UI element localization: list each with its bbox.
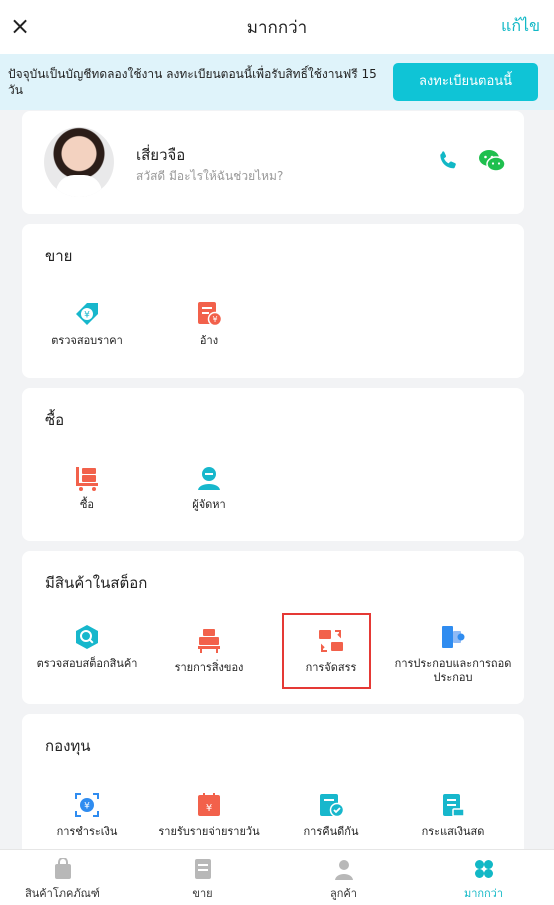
inventory-list-item[interactable]: รายการสิ่งของ [149, 627, 269, 675]
phone-icon[interactable] [436, 149, 460, 173]
bottom-tab-bar: สินค้าโภคภัณฑ์ ขาย ลูกค้า มากกว่า [0, 849, 554, 905]
supplier-icon [198, 467, 220, 490]
quote-item[interactable]: ¥ อ้าง [149, 300, 269, 348]
tab-customers[interactable]: ลูกค้า [281, 850, 406, 905]
daily-ledger-item[interactable]: ¥ รายรับรายจ่ายรายวัน [149, 791, 269, 839]
item-label: การชำระเงิน [56, 825, 118, 838]
inventory-list-icon [198, 629, 220, 653]
page-title: มากกว่า [246, 18, 308, 38]
supplier-item[interactable]: ผู้จัดหา [149, 464, 269, 512]
wechat-icon[interactable] [478, 149, 506, 173]
item-label: รายการสิ่งของ [174, 661, 244, 674]
tab-more[interactable]: มากกว่า [421, 850, 546, 905]
tab-commodities[interactable]: สินค้าโภคภัณฑ์ [0, 850, 125, 905]
svg-text:¥: ¥ [84, 802, 90, 812]
fund-section: กองทุน ¥ การชำระเงิน ¥ รายรับรายจ่ายรายว… [22, 714, 524, 864]
svg-text:¥: ¥ [212, 315, 217, 324]
price-check-item[interactable]: ¥ ตรวจสอบราคา [27, 300, 147, 348]
stock-section: มีสินค้าในสต็อก ตรวจสอบสต็อกสินค้า รายกา… [22, 551, 524, 704]
price-tag-icon: ¥ [76, 303, 98, 325]
register-now-button[interactable]: ลงทะเบียนตอนนี้ [393, 63, 538, 101]
item-label: รายรับรายจ่ายรายวัน [158, 825, 260, 838]
trial-banner: ปัจจุบันเป็นบัญชีทดลองใช้งาน ลงทะเบียนตอ… [0, 54, 554, 110]
item-label: กระแสเงินสด [421, 825, 485, 838]
item-label: ตรวจสอบสต็อกสินค้า [36, 657, 138, 670]
section-title: มีสินค้าในสต็อก [45, 574, 148, 592]
allocation-highlight [282, 613, 371, 689]
daily-ledger-icon: ¥ [198, 793, 220, 816]
person-icon [334, 860, 353, 880]
assembly-icon [442, 626, 465, 648]
item-label: ซื้อ [79, 498, 95, 511]
assistant-greeting: สวัสดี มีอะไรให้ฉันช่วยไหม? [136, 169, 284, 183]
stock-check-item[interactable]: ตรวจสอบสต็อกสินค้า [27, 623, 147, 671]
item-label: การคืนดีกัน [303, 825, 359, 838]
top-bar: × มากกว่า แก้ไข [0, 0, 554, 54]
cash-flow-item[interactable]: กระแสเงินสด [393, 791, 513, 839]
svg-text:¥: ¥ [84, 311, 90, 321]
reconcile-icon [320, 794, 345, 818]
cash-flow-icon [443, 794, 465, 817]
section-title: ขาย [45, 247, 73, 265]
assistant-name: เสี่ยวจือ [136, 146, 186, 164]
tab-label: มากกว่า [463, 887, 504, 900]
assistant-card[interactable]: เสี่ยวจือ สวัสดี มีอะไรให้ฉันช่วยไหม? [22, 111, 524, 214]
purchase-item[interactable]: ซื้อ [27, 464, 147, 512]
cart-icon [76, 467, 98, 491]
tab-label: ขาย [192, 887, 213, 900]
section-title: กองทุน [45, 737, 91, 755]
avatar [44, 127, 114, 197]
reconcile-item[interactable]: การคืนดีกัน [271, 791, 391, 839]
item-label: อ้าง [199, 334, 219, 347]
edit-button[interactable]: แก้ไข [501, 14, 540, 39]
buy-section: ซื้อ ซื้อ ผู้จัดหา [22, 388, 524, 541]
tab-sell[interactable]: ขาย [140, 850, 265, 905]
assembly-item[interactable]: การประกอบและการถอดประกอบ [393, 623, 513, 685]
payment-item[interactable]: ¥ การชำระเงิน [27, 791, 147, 839]
trial-message: ปัจจุบันเป็นบัญชีทดลองใช้งาน ลงทะเบียนตอ… [8, 67, 377, 97]
quote-icon: ¥ [198, 302, 223, 327]
stock-search-icon [76, 625, 98, 649]
item-label: ผู้จัดหา [192, 498, 226, 511]
tab-label: ลูกค้า [330, 887, 357, 900]
item-label: ตรวจสอบราคา [51, 334, 123, 347]
sell-section: ขาย ¥ ตรวจสอบราคา ¥ อ้าง [22, 224, 524, 378]
clover-icon [474, 860, 493, 878]
document-icon [194, 859, 211, 879]
tab-label: สินค้าโภคภัณฑ์ [25, 887, 100, 900]
section-title: ซื้อ [45, 411, 65, 429]
svg-text:¥: ¥ [206, 803, 212, 814]
item-label: การประกอบและการถอดประกอบ [394, 657, 512, 684]
payment-icon: ¥ [75, 793, 99, 817]
bag-icon [54, 858, 71, 879]
